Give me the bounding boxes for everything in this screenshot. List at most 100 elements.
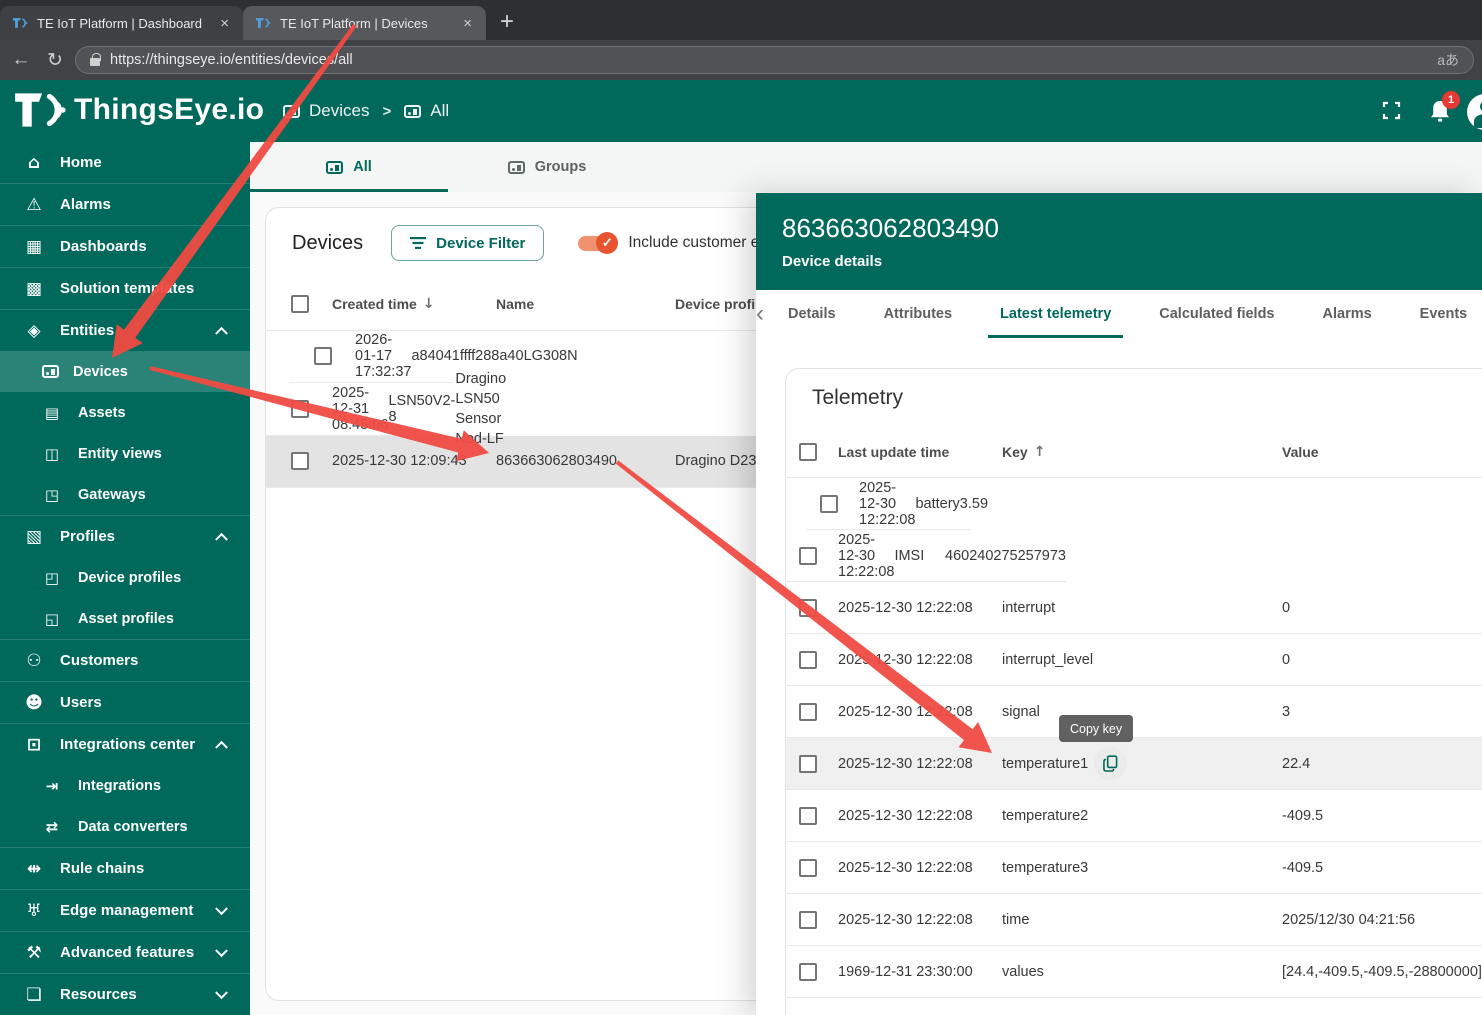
- tab-groups[interactable]: Groups: [448, 142, 646, 192]
- column-header-created-time[interactable]: Created time ↓: [332, 296, 496, 312]
- browser-tab-te-iot-platform-dashboard[interactable]: TE IoT Platform | Dashboard ×: [0, 6, 243, 40]
- device-filter-button[interactable]: Device Filter: [391, 225, 544, 261]
- sidebar-item-device-profiles[interactable]: ◰ Device profiles: [0, 557, 250, 598]
- sidebar-item-asset-profiles[interactable]: ◱ Asset profiles: [0, 598, 250, 639]
- chevron-icon[interactable]: [215, 740, 228, 753]
- column-header-last-update-time[interactable]: Last update time: [838, 444, 1002, 460]
- panel-tab-alarms[interactable]: Alarms: [1299, 290, 1396, 338]
- row-checkbox[interactable]: [291, 452, 309, 470]
- sidebar-item-assets[interactable]: ▤ Assets: [0, 392, 250, 433]
- sidebar-item-profiles[interactable]: ▧ Profiles: [0, 516, 250, 557]
- reload-icon[interactable]: ↻: [38, 49, 72, 72]
- row-checkbox[interactable]: [291, 400, 309, 418]
- panel-tab-latest-telemetry[interactable]: Latest telemetry: [976, 290, 1135, 338]
- sidebar-item-rule-chains[interactable]: ⇹ Rule chains: [0, 848, 250, 889]
- table-row-temperature1[interactable]: 2025-12-30 12:22:08 temperature1 22.4: [786, 738, 1482, 790]
- select-all-checkbox[interactable]: [291, 295, 309, 313]
- sidebar-item-devices[interactable]: Devices: [0, 351, 250, 392]
- table-row-signal[interactable]: 2025-12-30 12:22:08 signal 3: [786, 686, 1482, 738]
- sidebar-item-alarms[interactable]: ⚠ Alarms: [0, 184, 250, 225]
- breadcrumb-all[interactable]: All: [404, 101, 449, 121]
- select-all-checkbox[interactable]: [799, 443, 817, 461]
- brand-logo[interactable]: ThingsEye.io: [12, 89, 264, 131]
- tabs-scroll-left-icon[interactable]: ‹: [756, 290, 764, 338]
- sidebar-item-advanced-features[interactable]: ⚒ Advanced features: [0, 932, 250, 973]
- row-checkbox[interactable]: [799, 911, 817, 929]
- panel-tab-details[interactable]: Details: [764, 290, 860, 338]
- browser-tab-te-iot-platform-devices[interactable]: TE IoT Platform | Devices ×: [243, 6, 486, 40]
- translate-icon[interactable]: aあ: [1437, 50, 1459, 70]
- sidebar-item-icon: ◱: [40, 610, 64, 628]
- row-checkbox[interactable]: [314, 347, 332, 365]
- sidebar-item-edge-management[interactable]: ♅ Edge management: [0, 890, 250, 931]
- row-checkbox[interactable]: [799, 859, 817, 877]
- value-cell: 22.4: [1282, 756, 1482, 772]
- key-cell: values: [1002, 964, 1282, 980]
- sort-icon[interactable]: ↑: [1034, 444, 1046, 460]
- table-row-battery[interactable]: 2025-12-30 12:22:08 battery 3.59: [807, 478, 971, 530]
- row-checkbox[interactable]: [799, 963, 817, 981]
- table-row-interrupt-level[interactable]: 2025-12-30 12:22:08 interrupt_level 0: [786, 634, 1482, 686]
- telemetry-title: Telemetry: [786, 369, 1482, 426]
- chevron-icon[interactable]: [215, 944, 228, 957]
- sidebar-item-label: Devices: [73, 364, 128, 380]
- sidebar-item-dashboards[interactable]: ▦ Dashboards: [0, 226, 250, 267]
- back-icon[interactable]: ←: [4, 49, 38, 71]
- sidebar-item-integrations-center[interactable]: ⊡ Integrations center: [0, 724, 250, 765]
- sidebar-item-integrations[interactable]: ⇥ Integrations: [0, 765, 250, 806]
- row-checkbox[interactable]: [799, 651, 817, 669]
- sidebar-item-entities[interactable]: ◈ Entities: [0, 310, 250, 351]
- panel-tab-events[interactable]: Events: [1396, 290, 1482, 338]
- chevron-icon[interactable]: [215, 986, 228, 999]
- table-row-time[interactable]: 2025-12-30 12:22:08 time 2025/12/30 04:2…: [786, 894, 1482, 946]
- chevron-icon[interactable]: [215, 532, 228, 545]
- chevron-icon[interactable]: [215, 326, 228, 339]
- tab-close-icon[interactable]: ×: [216, 15, 233, 32]
- chevron-icon[interactable]: [215, 902, 228, 915]
- sidebar-item-entity-views[interactable]: ◫ Entity views: [0, 433, 250, 474]
- table-row-imsi[interactable]: 2025-12-30 12:22:08 IMSI 460240275257973: [786, 530, 1066, 582]
- row-checkbox[interactable]: [799, 807, 817, 825]
- sidebar-item-home[interactable]: ⌂ Home: [0, 142, 250, 183]
- copy-key-button[interactable]: [1094, 747, 1127, 780]
- table-row[interactable]: 2026-01-17 17:32:37 a84041ffff288a40 LG3…: [289, 331, 453, 384]
- sidebar-item-label: Customers: [60, 652, 138, 669]
- created-time-cell: 2025-12-30 12:09:43: [332, 451, 496, 471]
- table-row[interactable]: 2025-12-31 08:45:06 LSN50V2-8 Dragino LS…: [266, 383, 445, 436]
- sidebar-item-users[interactable]: ☻ Users: [0, 682, 250, 723]
- column-header-value[interactable]: Value: [1282, 444, 1482, 460]
- table-row-temperature2[interactable]: 2025-12-30 12:22:08 temperature2 -409.5: [786, 790, 1482, 842]
- sort-icon[interactable]: ↓: [423, 296, 435, 312]
- breadcrumb: Devices > All: [283, 80, 449, 142]
- row-checkbox[interactable]: [820, 495, 838, 513]
- sidebar-item-gateways[interactable]: ◳ Gateways: [0, 474, 250, 515]
- tab-close-icon[interactable]: ×: [459, 15, 476, 32]
- panel-tab-attributes[interactable]: Attributes: [860, 290, 976, 338]
- last-update-cell: 2025-12-30 12:22:08: [838, 532, 894, 580]
- column-header-key[interactable]: Key ↑: [1002, 444, 1282, 460]
- fullscreen-icon[interactable]: [1382, 101, 1401, 120]
- panel-tab-calculated-fields[interactable]: Calculated fields: [1135, 290, 1298, 338]
- sidebar-item-resources[interactable]: ❏ Resources: [0, 974, 250, 1015]
- url-bar[interactable]: https://thingseye.io/entities/devices/al…: [75, 46, 1474, 74]
- table-row-temperature3[interactable]: 2025-12-30 12:22:08 temperature3 -409.5: [786, 842, 1482, 894]
- sidebar-item-label: Entities: [60, 322, 114, 339]
- row-checkbox[interactable]: [799, 703, 817, 721]
- breadcrumb-devices[interactable]: Devices: [283, 101, 369, 121]
- row-checkbox[interactable]: [799, 547, 817, 565]
- url-text[interactable]: https://thingseye.io/entities/devices/al…: [110, 52, 1427, 68]
- row-checkbox[interactable]: [799, 599, 817, 617]
- tab-all[interactable]: All: [250, 142, 448, 192]
- include-customer-entities-toggle[interactable]: ✓: [578, 236, 615, 251]
- browser-tab-title: TE IoT Platform | Devices: [280, 16, 450, 31]
- new-tab-button[interactable]: +: [500, 10, 514, 34]
- table-row-values[interactable]: 1969-12-31 23:30:00 values [24.4,-409.5,…: [786, 946, 1482, 998]
- sidebar-item-customers[interactable]: ⚇ Customers: [0, 640, 250, 681]
- column-header-name[interactable]: Name: [496, 296, 675, 312]
- sidebar-item-solution-templates[interactable]: ▩ Solution templates: [0, 268, 250, 309]
- row-checkbox[interactable]: [799, 755, 817, 773]
- sidebar-item-label: Assets: [78, 405, 126, 421]
- sidebar-item-data-converters[interactable]: ⇄ Data converters: [0, 806, 250, 847]
- last-update-cell: 2025-12-30 12:22:08: [838, 808, 1002, 824]
- table-row-interrupt[interactable]: 2025-12-30 12:22:08 interrupt 0: [786, 582, 1482, 634]
